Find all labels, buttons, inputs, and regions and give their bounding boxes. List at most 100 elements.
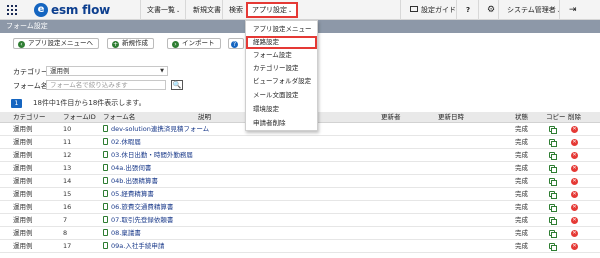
row-form-name: 08.稟議書 xyxy=(111,229,141,237)
table-row: 運用例 7 07.取引先登録依頼書 完成 ✕ xyxy=(0,214,600,227)
copy-icon[interactable] xyxy=(549,230,557,238)
row-form-id: 17 xyxy=(63,242,72,250)
form-name-filter-input[interactable]: フォーム名で絞り込みます xyxy=(46,80,166,90)
row-form-id: 15 xyxy=(63,190,72,198)
copy-icon[interactable] xyxy=(549,178,557,186)
nav-separator xyxy=(456,0,457,20)
document-icon xyxy=(103,125,108,132)
copy-icon[interactable] xyxy=(549,204,557,212)
row-form-name-link[interactable]: 06.旅費交通費精算書 xyxy=(103,201,173,213)
row-category: 運用例 xyxy=(13,229,33,237)
row-status: 完成 xyxy=(515,151,528,159)
row-form-name-link[interactable]: 04b.出張精算書 xyxy=(103,175,158,187)
row-form-name-link[interactable]: 05.経費精算書 xyxy=(103,188,154,200)
col-status[interactable]: 状態 xyxy=(515,112,528,123)
page-number-1[interactable]: 1 xyxy=(11,99,22,108)
new-create-button[interactable]: + 新規作成 xyxy=(107,38,154,49)
nav-separator xyxy=(559,0,560,20)
row-category: 運用例 xyxy=(13,177,33,185)
row-form-name: 06.旅費交通費精算書 xyxy=(111,203,174,211)
col-form-id[interactable]: フォームID xyxy=(63,112,96,123)
col-copy: コピー xyxy=(546,113,566,121)
row-category: 運用例 xyxy=(13,151,33,159)
document-icon xyxy=(103,229,108,236)
import-button[interactable]: › インポート xyxy=(167,38,221,49)
row-form-id: 13 xyxy=(63,164,72,172)
row-form-name-link[interactable]: 08.稟議書 xyxy=(103,227,141,239)
chevron-down-icon: ▼ xyxy=(160,68,164,74)
delete-icon[interactable]: ✕ xyxy=(571,230,578,237)
logo-mark: e xyxy=(34,3,48,17)
col-category[interactable]: カテゴリー xyxy=(13,112,46,123)
copy-icon[interactable] xyxy=(549,217,557,225)
delete-icon[interactable]: ✕ xyxy=(571,217,578,224)
search-icon[interactable]: 🔍 xyxy=(171,80,183,90)
menu-item-route-settings[interactable]: 経路設定 xyxy=(246,36,317,49)
document-icon xyxy=(103,216,108,223)
row-status: 完成 xyxy=(515,203,528,211)
nav-docs-list[interactable]: 文書一覧⌄ xyxy=(143,0,184,20)
row-form-name: dev-solution連携済見積フォーム xyxy=(111,125,210,133)
back-to-menu-button[interactable]: ‹ アプリ設定メニューへ xyxy=(13,38,99,49)
menu-item-app-settings-menu[interactable]: アプリ設定メニュー xyxy=(246,23,317,36)
nav-search[interactable]: 検索 xyxy=(225,0,247,20)
menu-item-environment-settings[interactable]: 環境設定 xyxy=(246,103,317,116)
app-grid-icon[interactable] xyxy=(7,5,17,15)
app-logo[interactable]: e esm flow xyxy=(34,2,110,18)
row-form-id: 16 xyxy=(63,203,72,211)
copy-icon[interactable] xyxy=(549,191,557,199)
row-status: 完成 xyxy=(515,229,528,237)
row-form-name-link[interactable]: 02.休暇届 xyxy=(103,136,141,148)
delete-icon[interactable]: ✕ xyxy=(571,152,578,159)
row-category: 運用例 xyxy=(13,190,33,198)
col-form-name[interactable]: フォーム名 xyxy=(103,112,135,123)
row-form-name-link[interactable]: 07.取引先登録依頼書 xyxy=(103,214,173,226)
more-button[interactable]: ? xyxy=(228,38,244,49)
delete-icon[interactable]: ✕ xyxy=(571,165,578,172)
nav-app-settings[interactable]: アプリ設定⌄ xyxy=(246,2,299,18)
delete-icon[interactable]: ✕ xyxy=(571,243,578,250)
nav-admin-menu[interactable]: システム管理者⌄ xyxy=(503,0,565,20)
copy-icon[interactable] xyxy=(549,152,557,160)
help-icon[interactable]: ? xyxy=(462,0,474,20)
copy-icon[interactable] xyxy=(549,139,557,147)
row-form-name: 09a.入社手続申請 xyxy=(111,242,165,250)
category-select-value: 運用例 xyxy=(50,67,70,75)
delete-icon[interactable]: ✕ xyxy=(571,204,578,211)
menu-item-category-settings[interactable]: カテゴリー設定 xyxy=(246,62,317,75)
row-status: 完成 xyxy=(515,138,528,146)
delete-icon[interactable]: ✕ xyxy=(571,191,578,198)
col-updated-at[interactable]: 更新日時 xyxy=(438,112,464,123)
nav-separator xyxy=(400,0,401,20)
arrow-left-icon: ‹ xyxy=(18,41,25,48)
menu-item-view-folder-settings[interactable]: ビューフォルダ設定 xyxy=(246,75,317,88)
row-form-name-link[interactable]: 09a.入社手続申請 xyxy=(103,240,164,252)
gear-icon[interactable]: ⚙ xyxy=(483,0,499,20)
row-form-name-link[interactable]: 04a.出張伺書 xyxy=(103,162,151,174)
document-icon xyxy=(103,151,108,158)
row-form-name: 07.取引先登録依頼書 xyxy=(111,216,174,224)
row-form-name-link[interactable]: 03.休日出勤・時間外勤務届 xyxy=(103,149,193,161)
menu-item-applicant-delete[interactable]: 申請者削除 xyxy=(246,117,317,130)
row-form-id: 10 xyxy=(63,125,72,133)
category-select[interactable]: 運用例 ▼ xyxy=(46,66,168,76)
menu-item-form-settings[interactable]: フォーム設定 xyxy=(246,49,317,62)
row-category: 運用例 xyxy=(13,164,33,172)
arrow-right-icon: › xyxy=(172,41,179,48)
logout-icon[interactable]: ⇥ xyxy=(565,0,581,20)
delete-icon[interactable]: ✕ xyxy=(571,126,578,133)
table-row: 運用例 16 06.旅費交通費精算書 完成 ✕ xyxy=(0,201,600,214)
delete-icon[interactable]: ✕ xyxy=(571,178,578,185)
menu-item-mail-template-settings[interactable]: メール文面設定 xyxy=(246,89,317,102)
top-navigation-bar: e esm flow 文書一覧⌄ 新規文書 検索 アプリ設定⌄ 設定ガイド ? … xyxy=(0,0,600,20)
row-form-name-link[interactable]: dev-solution連携済見積フォーム xyxy=(103,123,209,135)
col-updated-by[interactable]: 更新者 xyxy=(381,112,401,123)
nav-new-doc[interactable]: 新規文書 xyxy=(189,0,225,20)
nav-settings-guide[interactable]: 設定ガイド xyxy=(406,0,460,20)
copy-icon[interactable] xyxy=(549,126,557,134)
col-description[interactable]: 説明 xyxy=(198,112,211,123)
logo-text: esm flow xyxy=(51,3,111,17)
copy-icon[interactable] xyxy=(549,165,557,173)
copy-icon[interactable] xyxy=(549,243,557,251)
delete-icon[interactable]: ✕ xyxy=(571,139,578,146)
